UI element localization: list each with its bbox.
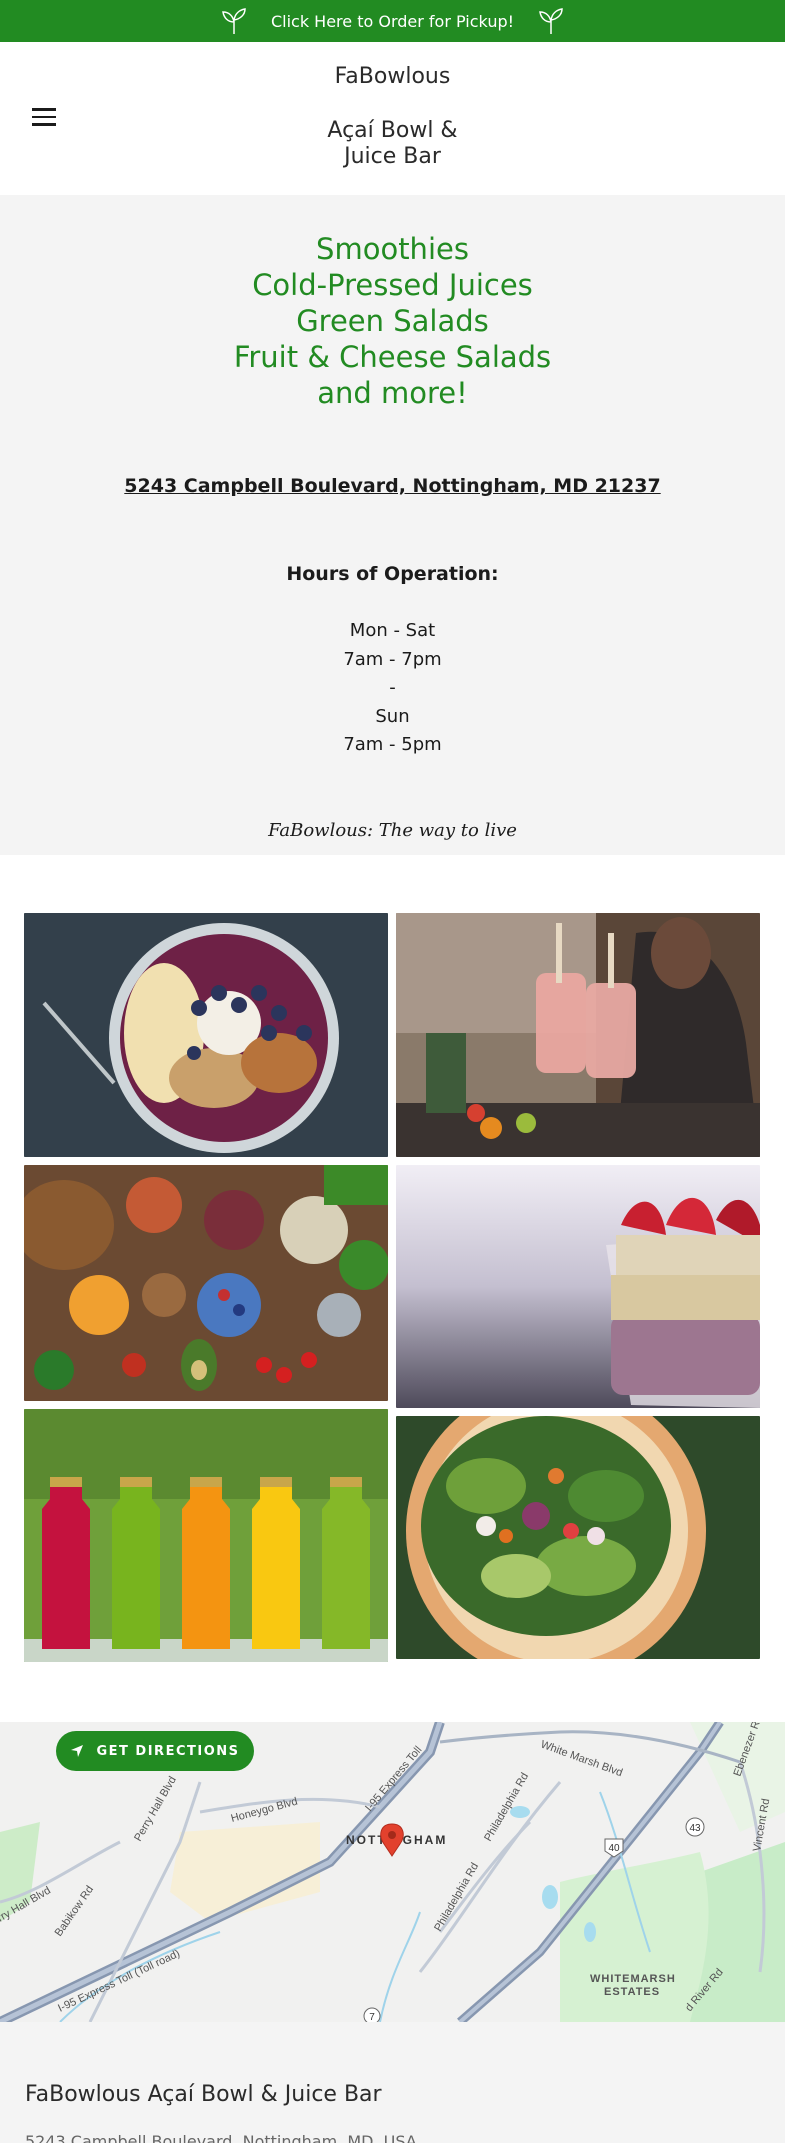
parfait-cup-photo[interactable] [396, 1165, 760, 1408]
get-directions-label: GET DIRECTIONS [96, 1743, 240, 1759]
map-label: 40 [608, 1843, 620, 1854]
hours-list: Mon - Sat 7am - 7pm - Sun 7am - 5pm [0, 617, 785, 760]
brand-subtitle[interactable]: Açaí Bowl & Juice Bar [0, 118, 785, 170]
menu-highlights: Smoothies Cold-Pressed Juices Green Sala… [0, 231, 785, 411]
sprout-icon [539, 8, 563, 34]
healthy-foods-photo[interactable] [24, 1165, 388, 1401]
smoothies-photo[interactable] [396, 913, 760, 1157]
map-label: WHITEMARSH [590, 1973, 676, 1985]
footer-title: FaBowlous Açaí Bowl & Juice Bar [25, 2082, 382, 2107]
map-label: 43 [689, 1823, 701, 1834]
order-pickup-label[interactable]: Click Here to Order for Pickup! [271, 12, 514, 31]
menu-line: and more! [317, 376, 468, 410]
hours-line: 7am - 7pm [343, 648, 442, 670]
footer-address: 5243 Campbell Boulevard, Nottingham, MD,… [25, 2132, 417, 2143]
menu-line: Smoothies [316, 232, 469, 266]
acai-bowl-photo[interactable] [24, 913, 388, 1157]
order-pickup-banner[interactable]: Click Here to Order for Pickup! [0, 0, 785, 42]
address-link[interactable]: 5243 Campbell Boulevard, Nottingham, MD … [0, 475, 785, 497]
green-salad-photo[interactable] [396, 1416, 760, 1659]
hours-line: Mon - Sat [349, 620, 436, 641]
menu-line: Cold-Pressed Juices [252, 268, 533, 302]
juice-bottles-photo[interactable] [24, 1409, 388, 1662]
hours-line: - [389, 677, 396, 698]
map-label: ESTATES [604, 1986, 660, 1998]
hours-line: 7am - 5pm [343, 734, 442, 755]
hours-line: Sun [375, 705, 410, 727]
navigation-arrow-icon [71, 1745, 84, 1757]
hours-heading: Hours of Operation: [286, 563, 499, 585]
menu-line: Fruit & Cheese Salads [233, 340, 552, 374]
menu-line: Green Salads [296, 304, 489, 338]
motto: FaBowlous: The way to live [268, 820, 517, 841]
sprout-icon [222, 8, 246, 34]
get-directions-button[interactable]: GET DIRECTIONS [56, 1731, 254, 1771]
brand-name[interactable]: FaBowlous [0, 64, 785, 90]
hero-section: Smoothies Cold-Pressed Juices Green Sala… [0, 195, 785, 855]
map-label: 7 [369, 2012, 375, 2022]
site-header: FaBowlous Açaí Bowl & Juice Bar [0, 42, 785, 195]
site-footer: FaBowlous Açaí Bowl & Juice Bar 5243 Cam… [0, 2022, 785, 2143]
